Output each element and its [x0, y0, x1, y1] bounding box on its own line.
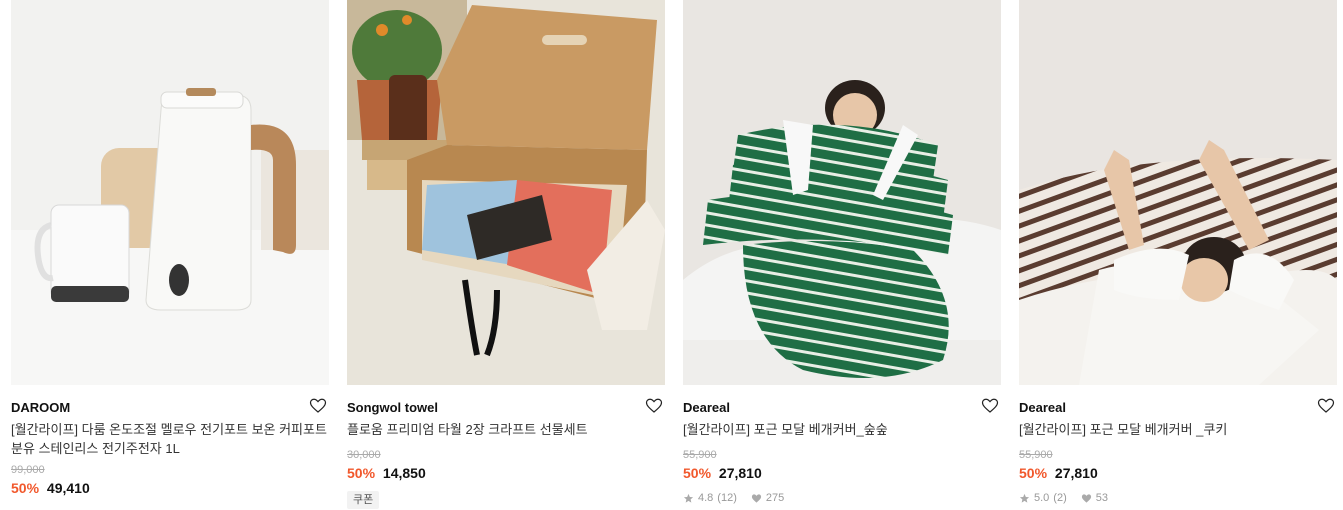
review-count: (12): [717, 492, 737, 504]
heart-icon[interactable]: [981, 397, 999, 415]
brand-name[interactable]: Deareal: [683, 399, 1001, 417]
like-count: 53: [1095, 492, 1108, 504]
brand-name[interactable]: Songwol towel: [347, 399, 665, 417]
original-price: 30,000: [347, 449, 381, 461]
product-name[interactable]: [월간라이프] 다룸 온도조절 멜로우 전기포트 보온 커피포트 분유 스테인리…: [11, 420, 329, 458]
product-name-line-2: 분유 스테인리스 전기주전자 1L: [11, 441, 180, 456]
discount-rate: 50%: [347, 465, 376, 481]
sale-price: 49,410: [46, 480, 90, 496]
original-price: 55,900: [1019, 449, 1053, 461]
price-row: 50% 14,850: [347, 463, 665, 483]
product-name[interactable]: [월간라이프] 포근 모달 베개커버 _쿠키: [1019, 420, 1337, 439]
heart-icon[interactable]: [309, 397, 327, 415]
product-image-kettle[interactable]: [11, 0, 329, 385]
price-row: 50% 27,810: [1019, 463, 1337, 483]
product-image-green-pillow[interactable]: [683, 0, 1001, 385]
original-price: 99,000: [11, 464, 45, 476]
product-image-towel[interactable]: [347, 0, 665, 385]
review-count: (2): [1053, 492, 1067, 504]
like-count: 275: [765, 492, 785, 504]
heart-icon[interactable]: [645, 397, 663, 415]
star-icon: [1019, 493, 1030, 503]
product-card[interactable]: DAROOM [월간라이프] 다룸 온도조절 멜로우 전기포트 보온 커피포트 …: [11, 0, 329, 498]
product-image-brown-pillow[interactable]: [1019, 0, 1337, 385]
sale-price: 14,850: [382, 465, 426, 481]
brand-name[interactable]: Deareal: [1019, 399, 1337, 417]
price-row: 50% 49,410: [11, 478, 329, 498]
review-meta: 5.0 (2) 53: [1019, 491, 1337, 505]
price-row: 50% 27,810: [683, 463, 1001, 483]
rating-value: 4.8: [698, 492, 714, 504]
product-card[interactable]: Songwol towel 플로움 프리미엄 타월 2장 크라프트 선물세트 3…: [347, 0, 665, 509]
star-icon: [683, 493, 694, 503]
brand-name[interactable]: DAROOM: [11, 399, 329, 417]
coupon-badge: 쿠폰: [347, 491, 380, 509]
discount-rate: 50%: [11, 480, 40, 496]
product-card[interactable]: Deareal [월간라이프] 포근 모달 베개커버 _쿠키 55,900 50…: [1019, 0, 1337, 505]
heart-icon[interactable]: [1317, 397, 1335, 415]
sale-price: 27,810: [1054, 465, 1098, 481]
product-card[interactable]: Deareal [월간라이프] 포근 모달 베개커버_숲숲 55,900 50%…: [683, 0, 1001, 505]
discount-rate: 50%: [683, 465, 712, 481]
green-striped-pillows-photo: [683, 0, 1001, 385]
towel-gift-box-photo: [347, 0, 665, 385]
product-name[interactable]: 플로움 프리미엄 타월 2장 크라프트 선물세트: [347, 420, 665, 439]
heart-filled-icon: [751, 493, 761, 503]
rating-value: 5.0: [1034, 492, 1050, 504]
electric-kettle-photo: [11, 0, 329, 385]
product-grid: DAROOM [월간라이프] 다룸 온도조절 멜로우 전기포트 보온 커피포트 …: [0, 0, 1343, 510]
review-meta: 4.8 (12) 275: [683, 491, 1001, 505]
brown-striped-pillows-photo: [1019, 0, 1337, 385]
sale-price: 27,810: [718, 465, 762, 481]
product-name[interactable]: [월간라이프] 포근 모달 베개커버_숲숲: [683, 420, 1001, 439]
discount-rate: 50%: [1019, 465, 1048, 481]
product-name-line-1: [월간라이프] 다룸 온도조절 멜로우 전기포트 보온 커피포트: [11, 422, 327, 437]
original-price: 55,900: [683, 449, 717, 461]
heart-filled-icon: [1081, 493, 1091, 503]
